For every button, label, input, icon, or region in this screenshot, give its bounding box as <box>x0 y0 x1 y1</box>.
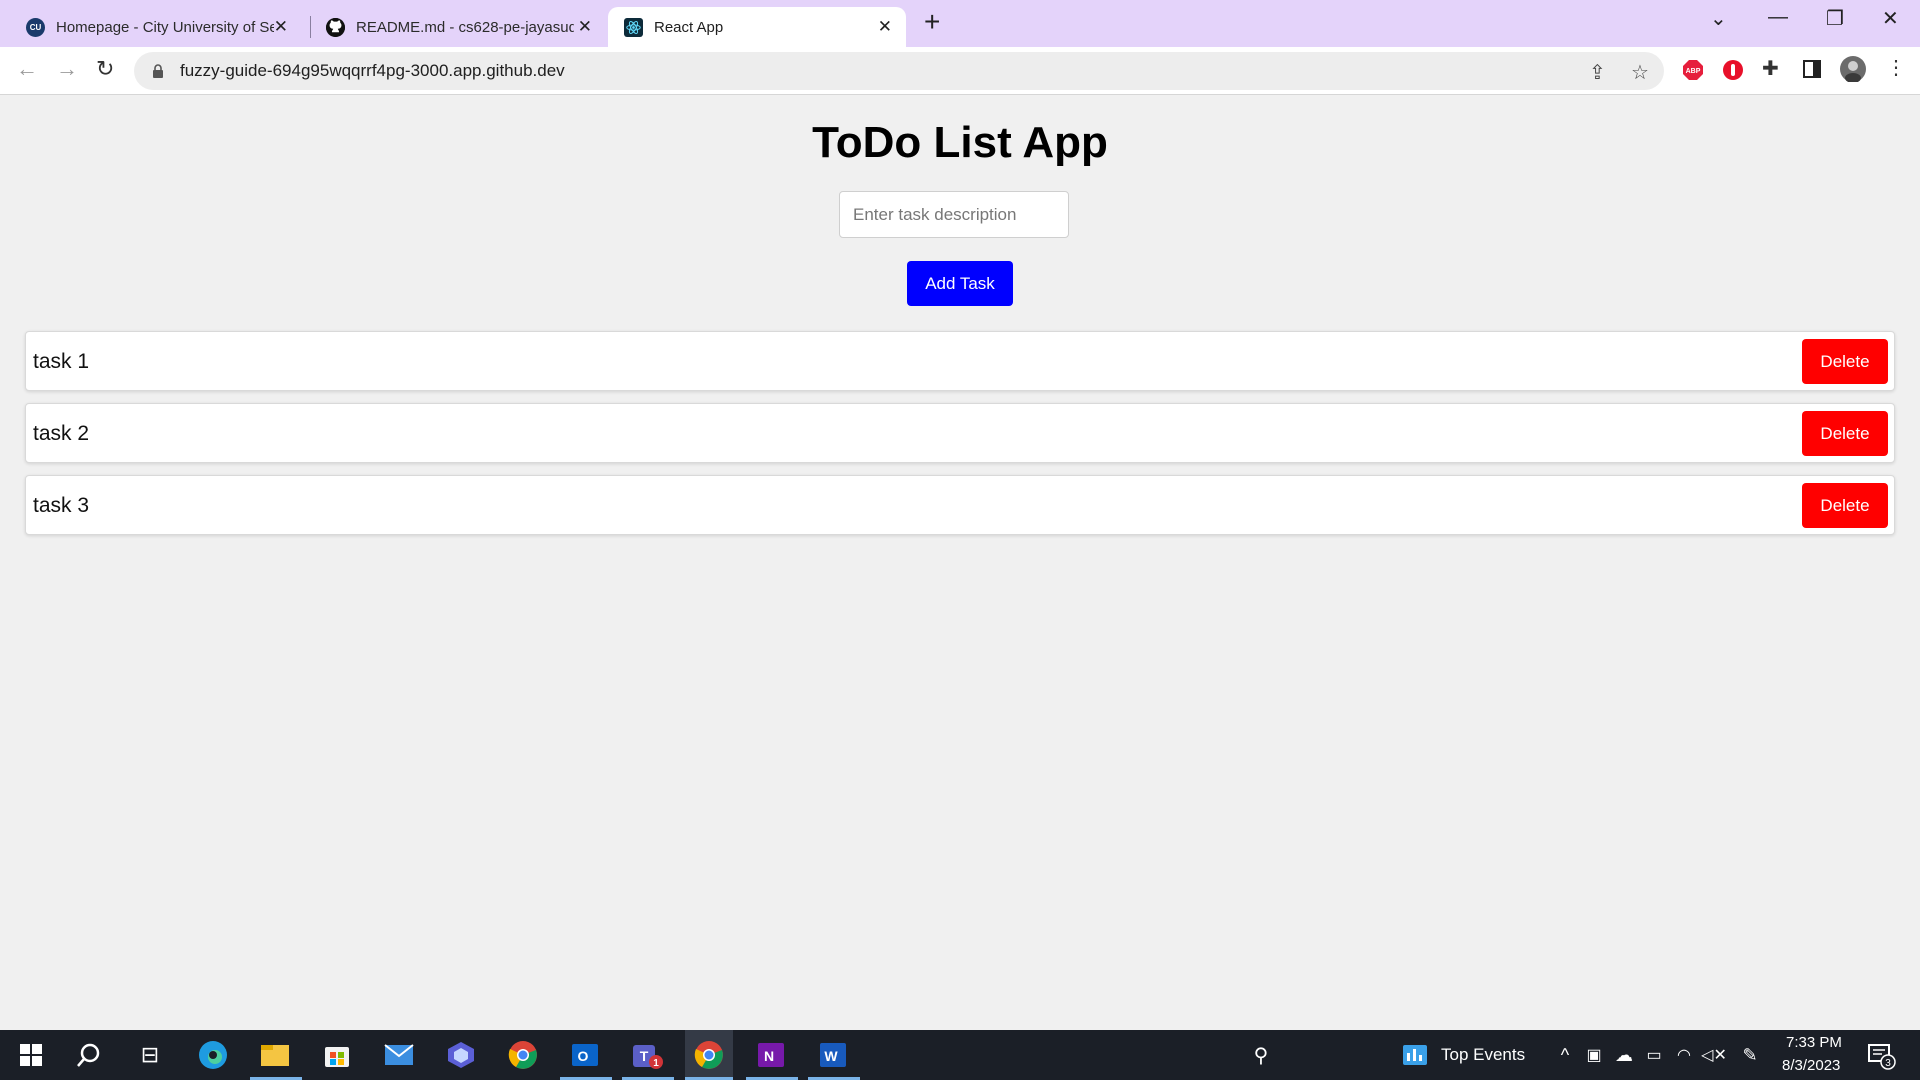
svg-text:N: N <box>764 1048 774 1064</box>
search-icon[interactable] <box>72 1038 106 1072</box>
tab-city-university[interactable]: CU Homepage - City University of Se ✕ <box>10 7 302 47</box>
delete-task-button[interactable]: Delete <box>1802 339 1888 384</box>
close-tab-icon[interactable]: ✕ <box>578 17 592 37</box>
volume-muted-icon[interactable]: ◁✕ <box>1697 1038 1731 1072</box>
clock-time[interactable]: 7:33 PM <box>1786 1034 1842 1051</box>
task-description-input[interactable] <box>839 191 1069 238</box>
chrome-menu-icon[interactable]: ⋮ <box>1886 55 1906 80</box>
wifi-icon[interactable]: ◠ <box>1667 1038 1701 1072</box>
reload-icon[interactable]: ↻ <box>96 56 114 82</box>
widgets-icon[interactable] <box>1398 1038 1432 1072</box>
onedrive-cloud-icon[interactable]: ☁ <box>1607 1038 1641 1072</box>
close-tab-icon[interactable]: ✕ <box>878 17 892 37</box>
tab-search-chevron-icon[interactable]: ⌄ <box>1710 6 1727 31</box>
mail-icon[interactable] <box>382 1038 416 1072</box>
microsoft-store-icon[interactable] <box>320 1038 354 1072</box>
svg-text:O: O <box>578 1048 589 1064</box>
minimize-icon[interactable]: — <box>1768 6 1788 29</box>
tab-title: React App <box>654 18 724 36</box>
svg-text:T: T <box>640 1048 649 1064</box>
svg-text:W: W <box>824 1048 838 1064</box>
add-task-button[interactable]: Add Task <box>907 261 1013 306</box>
github-favicon-icon <box>326 17 345 37</box>
shield-extension-icon[interactable] <box>1722 59 1744 86</box>
onenote-icon[interactable]: N <box>754 1038 788 1072</box>
browser-tab-bar: CU Homepage - City University of Se ✕ RE… <box>0 0 1920 47</box>
adblock-extension-icon[interactable]: ABP <box>1682 59 1704 86</box>
tab-react-app[interactable]: React App ✕ <box>608 7 906 47</box>
cu-favicon-icon: CU <box>26 17 45 37</box>
browser-toolbar: ← → ↻ fuzzy-guide-694g95wqqrrf4pg-3000.a… <box>0 47 1920 95</box>
chrome-icon[interactable] <box>506 1038 540 1072</box>
file-explorer-icon[interactable] <box>258 1038 292 1072</box>
forward-arrow-icon[interactable]: → <box>56 56 78 82</box>
address-url: fuzzy-guide-694g95wqqrrf4pg-3000.app.git… <box>180 61 565 80</box>
address-bar[interactable]: fuzzy-guide-694g95wqqrrf4pg-3000.app.git… <box>134 52 1664 90</box>
close-tab-icon[interactable]: ✕ <box>274 17 288 37</box>
task-item: task 1 Delete <box>25 331 1895 391</box>
word-icon[interactable]: W <box>816 1038 850 1072</box>
delete-task-button[interactable]: Delete <box>1802 483 1888 528</box>
app-title: ToDo List App <box>812 118 1108 167</box>
delete-task-button[interactable]: Delete <box>1802 411 1888 456</box>
notification-count: 3 <box>1885 1058 1891 1069</box>
react-favicon-icon <box>624 17 643 37</box>
teams-badge: 1 <box>653 1058 659 1069</box>
chrome-active-icon[interactable] <box>685 1030 733 1080</box>
new-tab-plus-icon[interactable]: + <box>924 6 940 38</box>
task-text: task 3 <box>33 494 90 517</box>
lock-icon <box>152 64 164 78</box>
task-text: task 2 <box>33 422 90 445</box>
top-events-label[interactable]: Top Events <box>1441 1045 1525 1065</box>
notification-icon[interactable]: 3 <box>1864 1038 1898 1072</box>
task-item: task 3 Delete <box>25 475 1895 535</box>
page-content: ToDo List App Add Task task 1 Delete tas… <box>0 96 1920 1030</box>
clock-date[interactable]: 8/3/2023 <box>1782 1057 1840 1074</box>
task-text: task 1 <box>33 350 90 373</box>
tab-readme[interactable]: README.md - cs628-pe-jayasudh ✕ <box>310 7 606 47</box>
profile-avatar[interactable] <box>1840 56 1866 87</box>
copilot-icon[interactable] <box>444 1038 478 1072</box>
windows-start-icon[interactable] <box>14 1038 48 1072</box>
outlook-icon[interactable]: O <box>568 1038 602 1072</box>
meet-now-icon[interactable]: ▣ <box>1577 1038 1611 1072</box>
svg-text:ABP: ABP <box>1686 68 1701 75</box>
people-icon[interactable]: ⚲ <box>1244 1038 1278 1072</box>
share-icon[interactable]: ⇪ <box>1589 60 1606 85</box>
battery-icon[interactable]: ▭ <box>1637 1038 1671 1072</box>
window-close-icon[interactable]: ✕ <box>1882 6 1899 31</box>
bookmark-star-icon[interactable]: ☆ <box>1631 60 1649 85</box>
extensions-puzzle-icon[interactable]: ✚ <box>1762 56 1779 81</box>
restore-icon[interactable]: ❐ <box>1826 6 1844 31</box>
tab-title: README.md - cs628-pe-jayasudh <box>356 18 574 36</box>
pen-icon[interactable]: ✎ <box>1733 1038 1767 1072</box>
task-item: task 2 Delete <box>25 403 1895 463</box>
edge-browser-icon[interactable] <box>196 1038 230 1072</box>
teams-icon[interactable]: T1 <box>630 1038 664 1072</box>
task-view-icon[interactable]: ⊟ <box>133 1038 167 1072</box>
tab-title: Homepage - City University of Se <box>56 18 274 36</box>
side-panel-icon[interactable] <box>1802 59 1822 84</box>
back-arrow-icon[interactable]: ← <box>16 56 38 82</box>
windows-taskbar: ⊟ O T1 N W ⚲ Top Events ^ ▣ ☁ ▭ ◠ ◁✕ ✎ 7… <box>0 1030 1920 1080</box>
